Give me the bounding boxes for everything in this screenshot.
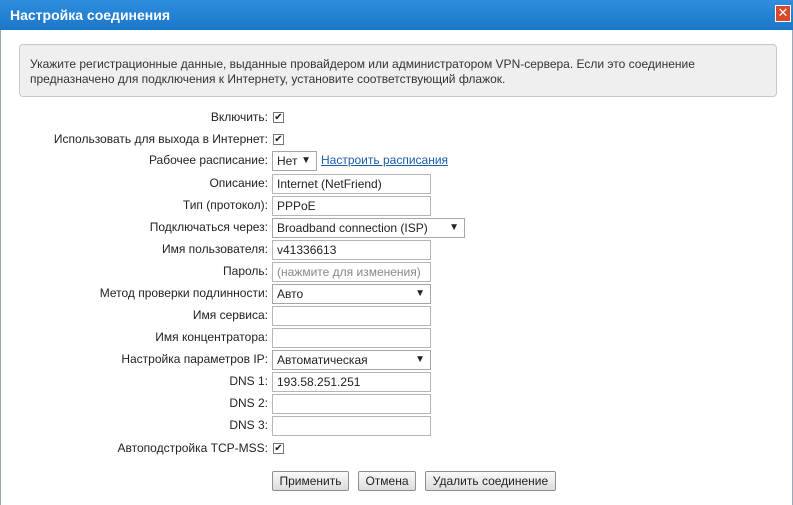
chevron-down-icon: ▼	[449, 222, 459, 233]
password-label: Пароль:	[223, 264, 268, 278]
protocol-input[interactable]: PPPoE	[272, 196, 431, 216]
row-ip-settings: Настройка параметров IP: Автоматическая …	[0, 349, 793, 371]
description-input[interactable]: Internet (NetFriend)	[272, 174, 431, 194]
password-input[interactable]: (нажмите для изменения)	[272, 262, 431, 282]
auth-method-value: Авто	[277, 287, 304, 301]
password-placeholder: (нажмите для изменения)	[277, 265, 421, 279]
row-enable: Включить: ✔	[0, 107, 793, 129]
row-dns2: DNS 2:	[0, 393, 793, 415]
connect-via-select[interactable]: Broadband connection (ISP) ▼	[272, 218, 465, 238]
connect-via-label: Подключаться через:	[149, 220, 268, 234]
username-label: Имя пользователя:	[161, 242, 268, 256]
chevron-down-icon: ▼	[301, 155, 311, 166]
apply-button[interactable]: Применить	[272, 471, 349, 491]
ip-settings-value: Автоматическая	[277, 353, 368, 367]
row-protocol: Тип (протокол): PPPoE	[0, 195, 793, 217]
concentrator-name-input[interactable]	[272, 328, 431, 348]
schedule-select[interactable]: Нет ▼	[272, 151, 317, 171]
tcp-mss-checkbox[interactable]: ✔	[273, 443, 284, 454]
row-concentrator-name: Имя концентратора:	[0, 327, 793, 349]
row-internet: Использовать для выхода в Интернет: ✔	[0, 129, 793, 151]
internet-checkbox[interactable]: ✔	[273, 134, 284, 145]
ip-settings-label: Настройка параметров IP:	[121, 352, 268, 366]
info-message: Укажите регистрационные данные, выданные…	[19, 44, 777, 97]
enable-checkbox[interactable]: ✔	[273, 112, 284, 123]
internet-label: Использовать для выхода в Интернет:	[53, 132, 268, 146]
window-title: Настройка соединения	[10, 7, 171, 23]
delete-connection-button[interactable]: Удалить соединение	[425, 471, 556, 491]
auth-method-select[interactable]: Авто ▼	[272, 284, 431, 304]
configure-schedules-link[interactable]: Настроить расписания	[321, 153, 448, 167]
connect-via-value: Broadband connection (ISP)	[277, 221, 428, 235]
tcp-mss-label: Автоподстройка TCP-MSS:	[117, 441, 268, 455]
chevron-down-icon: ▼	[415, 288, 425, 299]
row-service-name: Имя сервиса:	[0, 305, 793, 327]
ip-settings-select[interactable]: Автоматическая ▼	[272, 350, 431, 370]
dns2-label: DNS 2:	[229, 396, 268, 410]
dns1-label: DNS 1:	[229, 374, 268, 388]
row-username: Имя пользователя: v41336613	[0, 239, 793, 261]
service-name-label: Имя сервиса:	[192, 308, 268, 322]
concentrator-name-label: Имя концентратора:	[155, 330, 268, 344]
row-tcp-mss: Автоподстройка TCP-MSS: ✔	[0, 438, 793, 460]
dns3-label: DNS 3:	[229, 418, 268, 432]
username-input[interactable]: v41336613	[272, 240, 431, 260]
schedule-label: Рабочее расписание:	[148, 153, 268, 167]
row-password: Пароль: (нажмите для изменения)	[0, 261, 793, 283]
row-dns3: DNS 3:	[0, 415, 793, 437]
service-name-input[interactable]	[272, 306, 431, 326]
row-description: Описание: Internet (NetFriend)	[0, 173, 793, 195]
row-auth-method: Метод проверки подлинности: Авто ▼	[0, 283, 793, 305]
dns3-input[interactable]	[272, 416, 431, 436]
schedule-value: Нет	[277, 154, 298, 168]
auth-method-label: Метод проверки подлинности:	[99, 286, 268, 300]
dns2-input[interactable]	[272, 394, 431, 414]
window-titlebar: Настройка соединения ✕	[0, 0, 793, 30]
protocol-label: Тип (протокол):	[182, 198, 268, 212]
dns1-input[interactable]: 193.58.251.251	[272, 372, 431, 392]
close-icon[interactable]: ✕	[775, 5, 791, 22]
description-label: Описание:	[209, 176, 268, 190]
cancel-button[interactable]: Отмена	[358, 471, 416, 491]
row-schedule: Рабочее расписание: Нет ▼ Настроить расп…	[0, 150, 793, 172]
chevron-down-icon: ▼	[415, 354, 425, 365]
enable-label: Включить:	[210, 110, 268, 124]
row-dns1: DNS 1: 193.58.251.251	[0, 371, 793, 393]
row-connect-via: Подключаться через: Broadband connection…	[0, 217, 793, 239]
